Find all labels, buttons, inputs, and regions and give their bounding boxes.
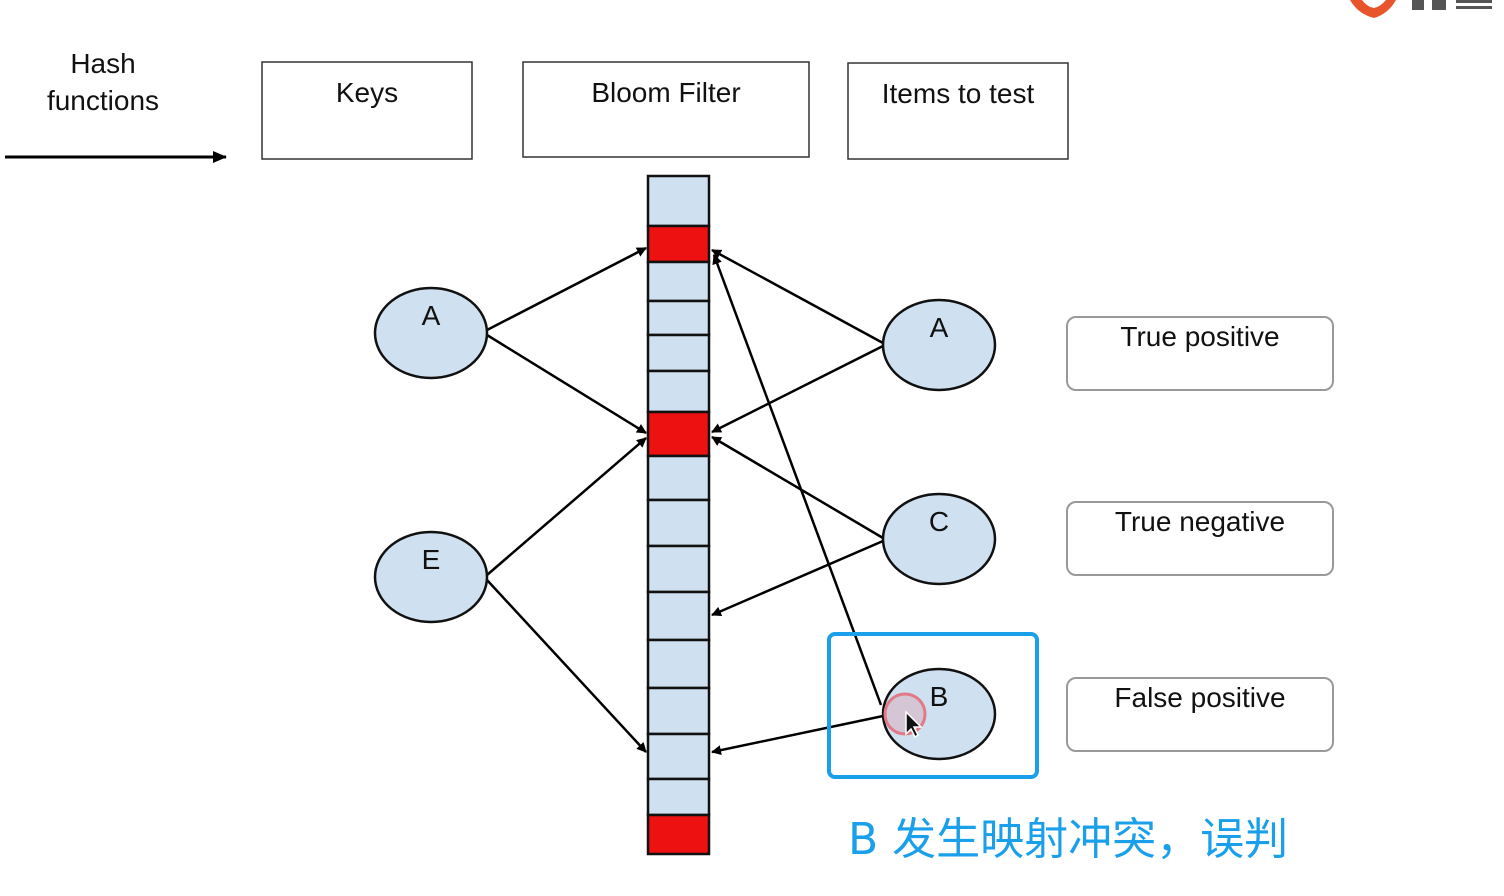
bloom-filter-cell <box>646 333 711 373</box>
result-true-positive-label: True positive <box>1120 321 1279 352</box>
bloom-filter-cell <box>646 299 711 337</box>
key-node-e-label: E <box>422 544 441 575</box>
bloom-filter-cell <box>646 369 711 414</box>
arrow-item-c-to-bit-10 <box>711 539 884 617</box>
arrow-item-c-to-bit-6 <box>711 435 884 540</box>
bloom-filter-cell <box>646 454 711 502</box>
cursor-click-indicator <box>883 692 927 736</box>
bloom-filter-cell <box>646 174 711 228</box>
item-node-c-label: C <box>929 506 949 537</box>
arrow-item-a-to-bit-6 <box>711 344 884 434</box>
result-true-positive: True positive <box>1066 316 1334 391</box>
bloom-filter-array <box>646 174 711 856</box>
bloom-filter-cell <box>646 777 711 817</box>
arrow-key-e-to-bit-6 <box>486 437 647 576</box>
arrow-key-a-to-bit-1 <box>486 246 647 332</box>
bloom-filter-cell <box>646 686 711 736</box>
result-true-negative: True negative <box>1066 501 1334 576</box>
bloom-filter-cell <box>646 498 711 548</box>
annotation-caption: B 发生映射冲突，误判 <box>848 814 1288 865</box>
arrow-key-e-to-bit-15 <box>486 579 647 753</box>
arrow-item-a-to-bit-1 <box>711 248 884 345</box>
click-ripple <box>883 692 927 736</box>
hash-functions-label-line2: functions <box>47 85 159 116</box>
hash-functions-label-line1: Hash <box>70 48 135 79</box>
item-node-a-label: A <box>930 312 949 343</box>
bloom-filter-cell-set <box>646 410 711 458</box>
bloom-filter-cell <box>646 638 711 690</box>
bloom-filter-header-label: Bloom Filter <box>591 77 740 108</box>
arrow-item-b-to-bit-1 <box>712 254 883 706</box>
key-node-a-label: A <box>422 300 441 331</box>
item-node-b-label: B <box>930 681 949 712</box>
items-to-test-header-label: Items to test <box>882 78 1035 109</box>
bloom-filter-cell-set <box>646 224 711 264</box>
bloom-filter-cell <box>646 590 711 642</box>
key-node-a: A <box>373 286 489 380</box>
keys-header-label: Keys <box>336 77 398 108</box>
arrow-key-a-to-bit-6 <box>486 333 647 435</box>
bloom-filter-diagram: Hash functions Keys Bloom Filter Items t… <box>5 0 1492 865</box>
bloom-filter-cell <box>646 544 711 594</box>
bloom-filter-cell-set <box>646 813 711 856</box>
item-node-a: A <box>881 298 997 392</box>
item-node-c: C <box>881 492 997 586</box>
key-node-e: E <box>373 530 489 624</box>
bloom-filter-cell <box>646 732 711 781</box>
result-false-positive-label: False positive <box>1114 682 1285 713</box>
arrow-item-b-to-bit-15 <box>711 714 884 756</box>
corner-logo <box>1350 0 1492 18</box>
result-true-negative-label: True negative <box>1115 506 1285 537</box>
bloom-filter-cell <box>646 260 711 303</box>
result-false-positive: False positive <box>1066 677 1334 752</box>
